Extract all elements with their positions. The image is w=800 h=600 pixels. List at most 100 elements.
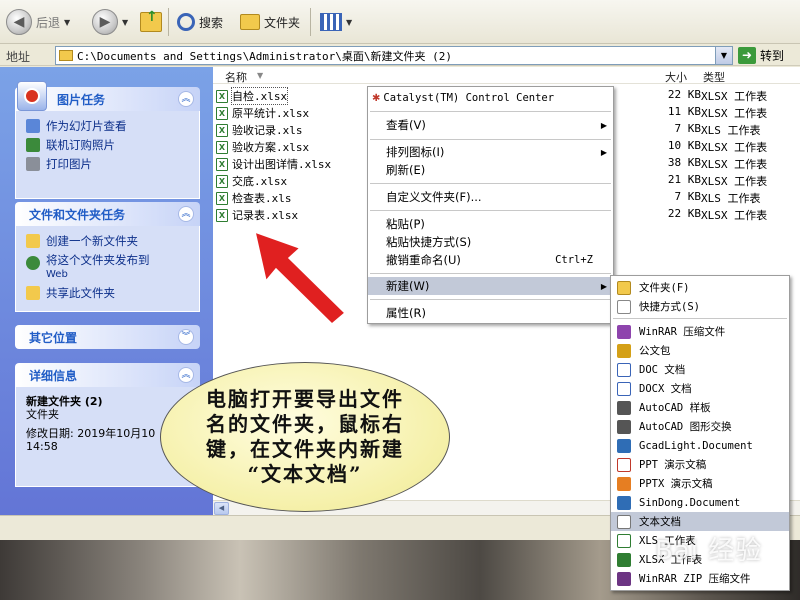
menu-item-arrange[interactable]: 排列图标(I) ▶ [368, 143, 613, 161]
go-button[interactable]: ➜ 转到 [738, 47, 784, 64]
file-size: 22 KB [667, 207, 701, 220]
autocad-template-icon [617, 400, 631, 415]
menu-item-properties[interactable]: 属性(R) [368, 304, 613, 322]
menu-item-customize[interactable]: 自定义文件夹(F)... [368, 188, 613, 206]
submenu-item[interactable]: AutoCAD 图形交换 [611, 417, 789, 436]
new-folder-link[interactable]: 创建一个新文件夹 [26, 232, 191, 251]
file-type: XLS 工作表 [701, 192, 761, 205]
menu-item-paste-shortcut[interactable]: 粘贴快捷方式(S) [368, 233, 613, 251]
slideshow-icon [26, 119, 40, 133]
file-name-cell[interactable]: X 验收记录.xls [216, 122, 303, 138]
docx-icon [617, 381, 631, 396]
back-button[interactable]: ◀ 后退 ▼ [2, 8, 74, 36]
file-name-cell[interactable]: X 记录表.xlsx [216, 207, 298, 223]
file-name-cell[interactable]: X 检查表.xls [216, 190, 292, 206]
submenu-item[interactable]: GcadLight.Document [611, 436, 789, 455]
file-tasks-header[interactable]: 文件和文件夹任务 ︽ [15, 202, 200, 226]
slideshow-link[interactable]: 作为幻灯片查看 [26, 117, 191, 136]
text-document-icon [617, 514, 631, 529]
picture-tasks-title: 图片任务 [57, 92, 106, 107]
menu-item-view[interactable]: 查看(V) ▶ [368, 116, 613, 134]
order-photos-link[interactable]: 联机订购照片 [26, 136, 191, 155]
xlsx-icon [617, 552, 631, 567]
go-label: 转到 [760, 49, 785, 63]
expand-icon[interactable]: ︾ [178, 329, 194, 345]
scroll-left-icon[interactable]: ◀ [214, 502, 229, 515]
watermark-url: jingyan.baidu.com [668, 563, 770, 576]
up-folder-button[interactable]: ↑ [136, 8, 166, 36]
column-name[interactable]: 名称 [225, 69, 247, 85]
submenu-item[interactable]: WinRAR 压缩文件 [611, 322, 789, 341]
autocad-dxf-icon [617, 419, 631, 434]
column-type[interactable]: 类型 [703, 69, 725, 85]
menu-item-paste[interactable]: 粘贴(P) [368, 215, 613, 233]
views-button[interactable]: ▼ [316, 8, 356, 36]
search-icon [177, 13, 195, 31]
submenu-arrow-icon: ▶ [600, 120, 607, 130]
briefcase-icon [617, 343, 631, 358]
submenu-item[interactable]: 快捷方式(S) [611, 297, 789, 316]
details-header[interactable]: 详细信息 ︽ [15, 363, 200, 387]
submenu-item[interactable]: 文件夹(F) [611, 278, 789, 297]
picture-tasks-body: 作为幻灯片查看 联机订购照片 打印图片 [15, 111, 200, 199]
submenu-item[interactable]: DOC 文档 [611, 360, 789, 379]
winrar-icon [617, 324, 631, 339]
context-menu: ✱ Catalyst(TM) Control Center 查看(V) ▶ 排列图… [367, 86, 614, 324]
submenu-item[interactable]: AutoCAD 样板 [611, 398, 789, 417]
file-name-cell[interactable]: X 自检.xlsx [216, 87, 289, 105]
globe-icon [26, 138, 40, 152]
annotation-line: 键，在文件夹内新建 [206, 437, 404, 461]
menu-item-undo-rename[interactable]: 撤销重命名(U) Ctrl+Z [368, 251, 613, 269]
submenu-item[interactable]: PPT 演示文稿 [611, 455, 789, 474]
annotation-line: “文本文档” [247, 462, 363, 486]
chevron-down-icon: ▼ [64, 17, 71, 27]
share-folder-link[interactable]: 共享此文件夹 [26, 284, 191, 303]
file-name-cell[interactable]: X 设计出图详情.xlsx [216, 156, 331, 172]
file-size: 7 KB [674, 190, 702, 203]
menu-item-refresh[interactable]: 刷新(E) [368, 161, 613, 179]
address-dropdown-icon[interactable]: ▼ [715, 47, 732, 64]
print-pictures-link[interactable]: 打印图片 [26, 155, 191, 174]
file-size: 21 KB [667, 173, 701, 186]
details-title: 详细信息 [29, 368, 78, 383]
file-name-cell[interactable]: X 验收方案.xlsx [216, 139, 309, 155]
menu-item-new[interactable]: 新建(W) ▶ [368, 277, 613, 295]
search-button[interactable]: 搜索 [173, 8, 227, 36]
file-size: 11 KB [667, 105, 701, 118]
file-name: 自检.xlsx [230, 87, 289, 105]
file-name-cell[interactable]: X 交底.xlsx [216, 173, 287, 189]
submenu-item[interactable]: 公文包 [611, 341, 789, 360]
collapse-icon[interactable]: ︽ [178, 206, 194, 222]
globe-icon [26, 256, 40, 270]
publish-web-link[interactable]: 将这个文件夹发布到 Web [26, 254, 191, 281]
file-size: 38 KB [667, 156, 701, 169]
chevron-down-icon: ▼ [122, 17, 129, 27]
address-input[interactable]: C:\Documents and Settings\Administrator\… [55, 46, 733, 65]
column-size[interactable]: 大小 [665, 69, 687, 85]
excel-file-icon: X [216, 140, 228, 154]
folders-button[interactable]: 文件夹 [236, 8, 304, 36]
submenu-arrow-icon: ▶ [600, 147, 607, 157]
menu-item-catalyst[interactable]: ✱ Catalyst(TM) Control Center [368, 89, 613, 107]
file-type: XLS 工作表 [701, 124, 761, 137]
file-name-cell[interactable]: X 原平统计.xlsx [216, 105, 309, 121]
folder-icon [59, 50, 73, 61]
picture-tasks-header[interactable]: 图片任务 ︽ [15, 81, 200, 111]
excel-file-icon: X [216, 123, 228, 137]
watermark-logo: Bai 经验 [655, 536, 763, 566]
other-places-header[interactable]: 其它位置 ︾ [15, 325, 200, 349]
printer-icon [26, 157, 40, 171]
winrar-zip-icon [617, 571, 631, 586]
collapse-icon[interactable]: ︽ [178, 367, 194, 383]
submenu-item[interactable]: DOCX 文档 [611, 379, 789, 398]
sindong-icon [617, 495, 631, 510]
submenu-item[interactable]: SinDong.Document [611, 493, 789, 512]
submenu-item[interactable]: PPTX 演示文稿 [611, 474, 789, 493]
forward-button[interactable]: ▶ ▼ [88, 8, 132, 36]
collapse-icon[interactable]: ︽ [178, 91, 194, 107]
excel-file-icon: X [216, 89, 228, 103]
file-tasks-body: 创建一个新文件夹 将这个文件夹发布到 Web 共享此文件夹 [15, 226, 200, 312]
file-type: XLSX 工作表 [701, 209, 768, 222]
submenu-item[interactable]: 文本文档 [611, 512, 789, 531]
annotation-bubble: 电脑打开要导出文件 名的文件夹，鼠标右 键，在文件夹内新建 “文本文档” [160, 362, 450, 512]
